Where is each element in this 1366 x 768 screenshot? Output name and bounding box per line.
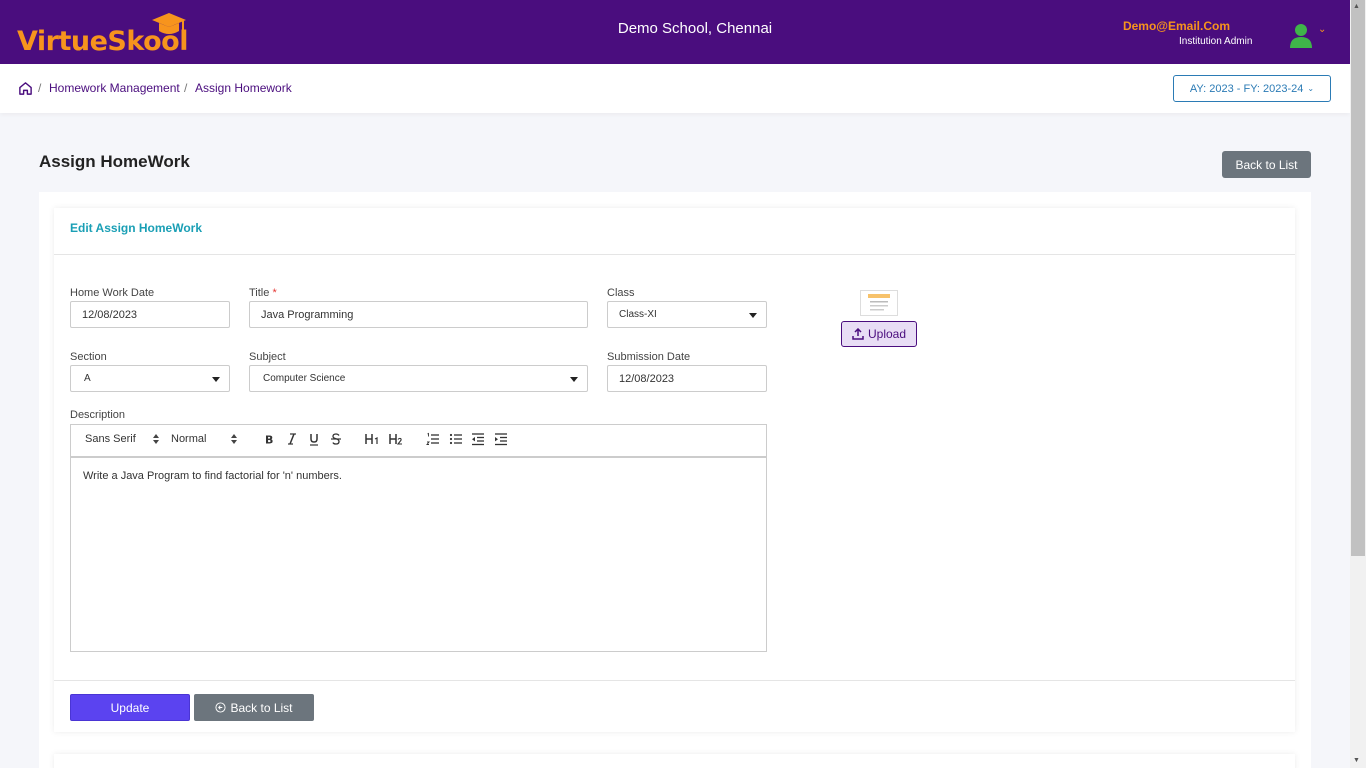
updown-arrow-icon bbox=[153, 434, 159, 444]
card-title: Edit Assign HomeWork bbox=[70, 221, 203, 235]
academic-year-label: AY: 2023 - FY: 2023-24 bbox=[1189, 82, 1304, 95]
required-mark: * bbox=[272, 287, 277, 299]
class-label: Class bbox=[607, 287, 635, 299]
submission-date-value: 12/08/2023 bbox=[619, 372, 675, 385]
upload-icon bbox=[852, 328, 864, 340]
italic-icon[interactable] bbox=[285, 432, 299, 446]
academic-year-dropdown[interactable]: AY: 2023 - FY: 2023-24 ⌄ bbox=[1173, 75, 1331, 102]
heading-2-icon[interactable] bbox=[389, 432, 403, 446]
outdent-icon[interactable] bbox=[471, 432, 485, 446]
scroll-down-icon[interactable]: ▼ bbox=[1353, 757, 1360, 764]
title-input[interactable]: Java Programming bbox=[249, 301, 588, 328]
home-icon[interactable] bbox=[18, 81, 33, 96]
caret-down-icon bbox=[749, 313, 757, 318]
caret-down-icon bbox=[212, 377, 220, 382]
updown-arrow-icon bbox=[231, 434, 237, 444]
ordered-list-icon[interactable] bbox=[426, 432, 440, 446]
title-label: Title * bbox=[249, 287, 277, 299]
breadcrumb-assign-homework[interactable]: Assign Homework bbox=[195, 81, 292, 95]
scrollbar-thumb[interactable] bbox=[1351, 0, 1365, 556]
title-label-text: Title bbox=[249, 287, 270, 299]
breadcrumb-bar: / Homework Management / Assign Homework … bbox=[0, 64, 1350, 113]
back-to-list-button[interactable]: Back to List bbox=[1222, 151, 1311, 178]
chevron-down-icon[interactable]: ⌄ bbox=[1318, 24, 1326, 35]
heading-1-icon[interactable] bbox=[365, 432, 379, 446]
font-size-picker[interactable]: Normal bbox=[171, 433, 206, 445]
bullet-list-icon[interactable] bbox=[449, 432, 463, 446]
section-value: A bbox=[84, 373, 91, 384]
class-value: Class-XI bbox=[619, 309, 657, 320]
lower-card bbox=[54, 754, 1295, 768]
update-button[interactable]: Update bbox=[70, 694, 190, 721]
bold-icon[interactable]: B bbox=[262, 432, 276, 447]
subject-select[interactable]: Computer Science bbox=[249, 365, 588, 392]
submission-date-label: Submission Date bbox=[607, 351, 691, 363]
scroll-up-icon[interactable]: ▲ bbox=[1353, 3, 1360, 10]
submission-date-input[interactable]: 12/08/2023 bbox=[607, 365, 767, 392]
user-avatar-icon[interactable] bbox=[1289, 22, 1313, 48]
back-to-list-label: Back to List bbox=[230, 700, 293, 715]
subject-label: Subject bbox=[249, 351, 286, 363]
underline-icon[interactable] bbox=[307, 432, 321, 446]
top-header: VirtueSkool Demo School, Chennai Demo@Em… bbox=[0, 0, 1350, 64]
attachment-thumbnail[interactable] bbox=[860, 290, 898, 316]
class-select[interactable]: Class-XI bbox=[607, 301, 767, 328]
back-to-list-footer-button[interactable]: Back to List bbox=[194, 694, 314, 721]
chevron-down-icon: ⌄ bbox=[1307, 84, 1315, 93]
document-preview-icon bbox=[868, 294, 890, 311]
upload-button[interactable]: Upload bbox=[841, 321, 917, 347]
breadcrumb-separator: / bbox=[38, 81, 42, 95]
subject-value: Computer Science bbox=[263, 373, 346, 384]
arrow-left-circle-icon bbox=[215, 702, 227, 713]
user-email: Demo@Email.Com bbox=[1122, 19, 1230, 33]
page-title: Assign HomeWork bbox=[39, 152, 190, 171]
divider bbox=[54, 680, 1295, 681]
homework-date-value: 12/08/2023 bbox=[82, 308, 138, 321]
section-select[interactable]: A bbox=[70, 365, 230, 392]
description-label: Description bbox=[70, 409, 126, 421]
caret-down-icon bbox=[570, 377, 578, 382]
strikethrough-icon[interactable] bbox=[329, 432, 343, 446]
homework-date-label: Home Work Date bbox=[70, 287, 155, 299]
user-role: Institution Admin bbox=[1179, 36, 1253, 47]
breadcrumb-homework-management[interactable]: Homework Management bbox=[49, 81, 180, 95]
description-editor[interactable] bbox=[70, 457, 767, 652]
title-value: Java Programming bbox=[261, 308, 354, 321]
divider bbox=[54, 254, 1295, 255]
font-family-picker[interactable]: Sans Serif bbox=[85, 433, 136, 445]
section-label: Section bbox=[70, 351, 107, 363]
svg-text:B: B bbox=[265, 434, 273, 447]
description-content: Write a Java Program to find factorial f… bbox=[83, 470, 342, 482]
upload-label: Upload bbox=[867, 327, 907, 341]
indent-icon[interactable] bbox=[494, 432, 508, 446]
breadcrumb-separator: / bbox=[184, 81, 188, 95]
homework-date-input[interactable]: 12/08/2023 bbox=[70, 301, 230, 328]
